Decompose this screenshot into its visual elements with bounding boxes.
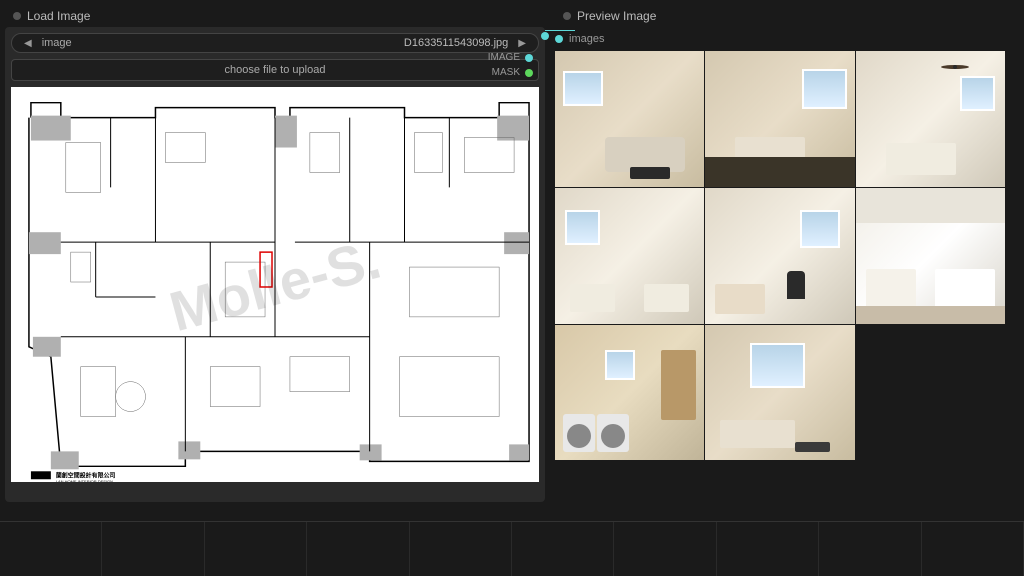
node-collapse-dot[interactable] (13, 12, 21, 20)
preview-thumb[interactable] (555, 188, 704, 324)
current-filename: D1633511543098.jpg (78, 37, 515, 49)
input-label-images: images (555, 29, 1019, 51)
svg-text:蘭創空間設計有限公司: 蘭創空間設計有限公司 (56, 471, 116, 479)
timeline-bar[interactable] (0, 521, 1024, 576)
floorplan-image: 蘭創空間設計有限公司 LAN HOME INTERIOR DESIGN Moll… (11, 87, 539, 482)
load-image-header: Load Image (5, 5, 545, 27)
panel-title-preview: Preview Image (577, 9, 656, 23)
output-port-mask[interactable]: MASK (488, 67, 533, 78)
preview-thumb[interactable] (705, 325, 854, 461)
file-selector[interactable]: ◀ image D1633511543098.jpg ▶ (11, 33, 539, 53)
node-collapse-dot[interactable] (563, 12, 571, 20)
port-dot-icon (525, 69, 533, 77)
preview-thumb[interactable] (555, 51, 704, 187)
svg-text:LAN HOME INTERIOR DESIGN: LAN HOME INTERIOR DESIGN (56, 479, 113, 482)
preview-thumb[interactable] (856, 51, 1005, 187)
preview-thumb[interactable] (555, 325, 704, 461)
input-port-images[interactable] (541, 32, 549, 40)
empty-grid-cell (856, 325, 1005, 461)
preview-image-grid (555, 51, 1005, 460)
upload-button[interactable]: choose file to upload (11, 59, 539, 81)
output-port-image[interactable]: IMAGE (488, 52, 533, 63)
load-image-node: IMAGE MASK ◀ image D1633511543098.jpg ▶ … (5, 27, 545, 502)
prev-file-arrow[interactable]: ◀ (20, 38, 36, 49)
ceiling-fan-icon (940, 59, 970, 69)
next-file-arrow[interactable]: ▶ (514, 38, 530, 49)
preview-thumb[interactable] (705, 51, 854, 187)
preview-thumb[interactable] (856, 188, 1005, 324)
port-dot-icon (525, 54, 533, 62)
panel-title-load: Load Image (27, 9, 90, 23)
file-field-label: image (36, 37, 78, 49)
port-dot-icon (555, 35, 563, 43)
preview-thumb[interactable] (705, 188, 854, 324)
preview-image-header: Preview Image (555, 5, 1019, 27)
